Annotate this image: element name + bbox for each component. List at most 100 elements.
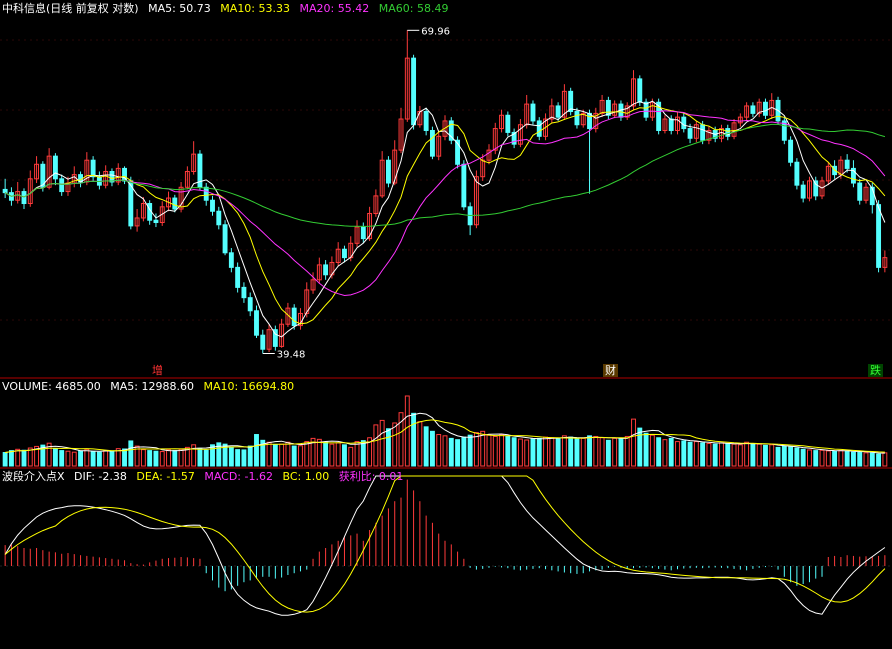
candle: [235, 266, 241, 288]
candle: [536, 120, 542, 137]
volume-bar: [348, 446, 354, 467]
volume-bar: [178, 448, 184, 467]
volume-bar: [675, 441, 680, 467]
ma5-legend: MA5: 50.73: [148, 2, 211, 15]
volume-bar: [750, 443, 756, 467]
grid-layer: [0, 39, 892, 567]
candle: [788, 139, 794, 163]
volume-bar: [78, 450, 83, 467]
volume-bar: [618, 438, 624, 467]
volume-bar: [461, 436, 467, 467]
volume-bar: [763, 444, 768, 467]
volume-bar: [84, 448, 90, 467]
volume-bar: [404, 395, 410, 467]
volume-bar: [448, 437, 454, 467]
vol-ma10-legend: MA10: 16694.80: [203, 380, 295, 393]
volume-bar: [392, 422, 398, 467]
volume-bar: [876, 453, 882, 467]
indicator-name: 波段介入点X: [2, 470, 65, 483]
volume-bar: [228, 446, 234, 467]
volume-bar: [788, 446, 794, 467]
volume-bar: [574, 438, 580, 467]
macd-legend: 波段介入点X DIF: -2.38 DEA: -1.57 MACD: -1.62…: [2, 470, 409, 484]
volume-bar: [543, 436, 548, 467]
volume-bar: [272, 444, 278, 467]
volume-bar: [599, 437, 605, 467]
volume-bar: [568, 436, 574, 467]
volume-bar: [882, 452, 888, 467]
candle: [763, 101, 768, 116]
price-legend: 中科信息(日线 前复权 对数) MA5: 50.73 MA10: 53.33 M…: [2, 2, 454, 16]
volume-bar: [210, 444, 215, 467]
volume-bar: [637, 427, 643, 467]
volume-bar: [850, 451, 856, 467]
candle: [876, 204, 882, 268]
volume-bar: [8, 450, 14, 467]
volume-bar: [624, 435, 630, 467]
tag-caicai: 财: [603, 364, 618, 377]
candle: [530, 103, 536, 122]
volume-bar: [241, 449, 247, 467]
volume-bar: [844, 450, 850, 467]
volume-bar: [700, 442, 706, 467]
volume-legend: VOLUME: 4685.00 MA5: 12988.60 MA10: 1669…: [2, 380, 300, 394]
volume-bar: [247, 445, 253, 467]
candle: [342, 248, 347, 259]
volume-bar: [800, 448, 806, 467]
candle: [429, 129, 435, 157]
volume-bar: [744, 441, 750, 467]
macd-panel: [4, 475, 886, 616]
volume-bar: [662, 439, 668, 467]
volume-bar: [96, 451, 102, 467]
volume-bar: [166, 449, 171, 467]
volume-bar: [423, 426, 429, 467]
volume-bar: [103, 450, 109, 467]
volume-bar: [342, 444, 347, 467]
volume-bar: [832, 450, 838, 467]
volume-panel: [2, 395, 888, 467]
volume-bar: [517, 438, 523, 467]
tag-die: 跌: [868, 364, 883, 377]
volume-bar: [279, 443, 285, 467]
chart-canvas: 69.96 39.48: [0, 26, 892, 616]
volume-value: VOLUME: 4685.00: [2, 380, 101, 393]
ma10-legend: MA10: 53.33: [220, 2, 291, 15]
candle: [216, 210, 222, 226]
volume-bar: [813, 450, 819, 467]
candle: [228, 252, 234, 268]
candle: [637, 78, 643, 103]
volume-bar: [90, 451, 96, 467]
volume-bar: [486, 434, 492, 467]
volume-bar: [467, 434, 473, 467]
candle: [260, 334, 266, 350]
stock-title: 中科信息(日线 前复权 对数): [2, 2, 139, 15]
volume-bar: [725, 443, 731, 467]
volume-bar: [643, 432, 649, 467]
candle: [385, 159, 391, 184]
volume-bar: [298, 445, 303, 467]
vol-ma5-legend: MA5: 12988.60: [110, 380, 194, 393]
volume-bar: [524, 439, 530, 467]
volume-bar: [473, 432, 479, 467]
volume-bar: [323, 441, 329, 467]
volume-bar: [587, 435, 592, 467]
volume-bar: [505, 435, 511, 467]
volume-bar: [781, 445, 787, 467]
volume-bar: [153, 450, 159, 467]
candle: [800, 184, 806, 199]
volume-bar: [140, 449, 146, 467]
volume-bar: [794, 447, 800, 467]
volume-bar: [480, 430, 486, 467]
volume-bar: [379, 419, 385, 467]
candle: [794, 161, 800, 186]
candle: [750, 105, 756, 114]
volume-bar: [719, 442, 724, 467]
price-panel: 69.96 39.48: [2, 26, 888, 361]
volume-bar: [869, 452, 875, 467]
volume-bar: [731, 443, 737, 467]
volume-bar: [235, 449, 241, 467]
volume-bar: [436, 434, 442, 467]
volume-bar: [825, 450, 831, 467]
volume-bar: [254, 434, 259, 467]
volume-bar: [21, 449, 27, 467]
